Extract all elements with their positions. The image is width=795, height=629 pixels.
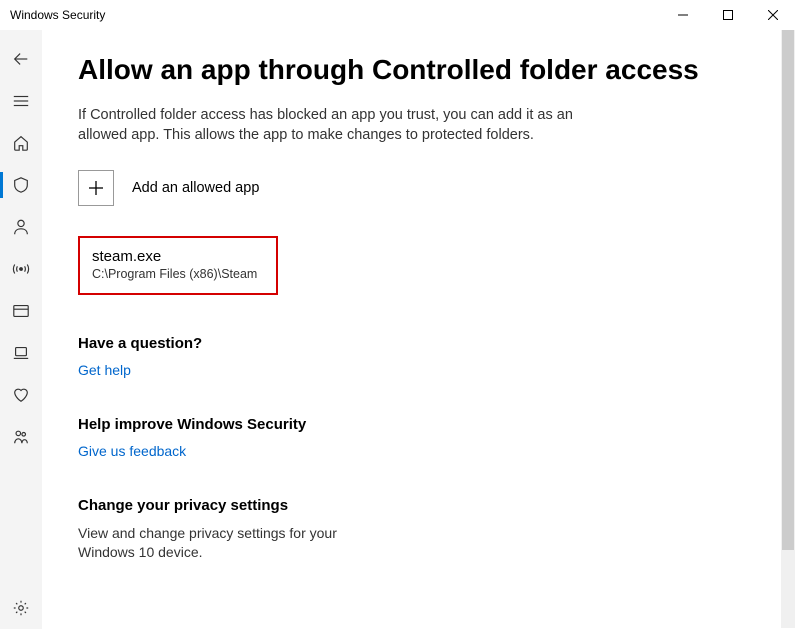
add-allowed-app-label: Add an allowed app: [132, 180, 259, 196]
signal-icon: [12, 260, 30, 278]
sidebar-item-home[interactable]: [0, 122, 42, 164]
add-allowed-app-button[interactable]: Add an allowed app: [78, 170, 765, 206]
scrollbar-thumb[interactable]: [782, 30, 794, 550]
page-description: If Controlled folder access has blocked …: [78, 105, 598, 146]
plus-box: [78, 170, 114, 206]
sidebar-item-account[interactable]: [0, 206, 42, 248]
section-question: Have a question? Get help: [78, 335, 765, 378]
privacy-title: Change your privacy settings: [78, 497, 765, 514]
plus-icon: [88, 180, 104, 196]
feedback-link[interactable]: Give us feedback: [78, 443, 765, 459]
sidebar-item-app-browser[interactable]: [0, 290, 42, 332]
allowed-app-path: C:\Program Files (x86)\Steam: [92, 267, 264, 281]
get-help-link[interactable]: Get help: [78, 362, 765, 378]
window-controls: [660, 0, 795, 30]
window-title: Windows Security: [10, 8, 105, 22]
page-title: Allow an app through Controlled folder a…: [78, 52, 765, 87]
section-improve: Help improve Windows Security Give us fe…: [78, 416, 765, 459]
question-title: Have a question?: [78, 335, 765, 352]
allowed-app-name: steam.exe: [92, 248, 264, 265]
improve-title: Help improve Windows Security: [78, 416, 765, 433]
shield-icon: [12, 176, 30, 194]
close-icon: [768, 10, 778, 20]
maximize-icon: [723, 10, 733, 20]
gear-icon: [12, 599, 30, 617]
titlebar: Windows Security: [0, 0, 795, 30]
family-icon: [12, 428, 30, 446]
sidebar-item-family[interactable]: [0, 416, 42, 458]
menu-button[interactable]: [0, 80, 42, 122]
privacy-text: View and change privacy settings for you…: [78, 524, 338, 563]
sidebar-item-settings[interactable]: [0, 587, 42, 629]
sidebar-item-virus-protection[interactable]: [0, 164, 42, 206]
laptop-icon: [12, 344, 30, 362]
minimize-icon: [678, 10, 688, 20]
back-arrow-icon: [12, 50, 30, 68]
app-control-icon: [12, 302, 30, 320]
heart-icon: [12, 386, 30, 404]
back-button[interactable]: [0, 38, 42, 80]
minimize-button[interactable]: [660, 0, 705, 30]
section-privacy: Change your privacy settings View and ch…: [78, 497, 765, 563]
maximize-button[interactable]: [705, 0, 750, 30]
allowed-app-entry[interactable]: steam.exe C:\Program Files (x86)\Steam: [78, 236, 278, 295]
close-button[interactable]: [750, 0, 795, 30]
person-icon: [12, 218, 30, 236]
hamburger-icon: [12, 92, 30, 110]
home-icon: [12, 134, 30, 152]
sidebar-item-device-security[interactable]: [0, 332, 42, 374]
sidebar: [0, 30, 42, 629]
main-content: Allow an app through Controlled folder a…: [42, 30, 795, 629]
sidebar-item-performance[interactable]: [0, 374, 42, 416]
scrollbar[interactable]: [781, 30, 795, 628]
sidebar-item-firewall[interactable]: [0, 248, 42, 290]
